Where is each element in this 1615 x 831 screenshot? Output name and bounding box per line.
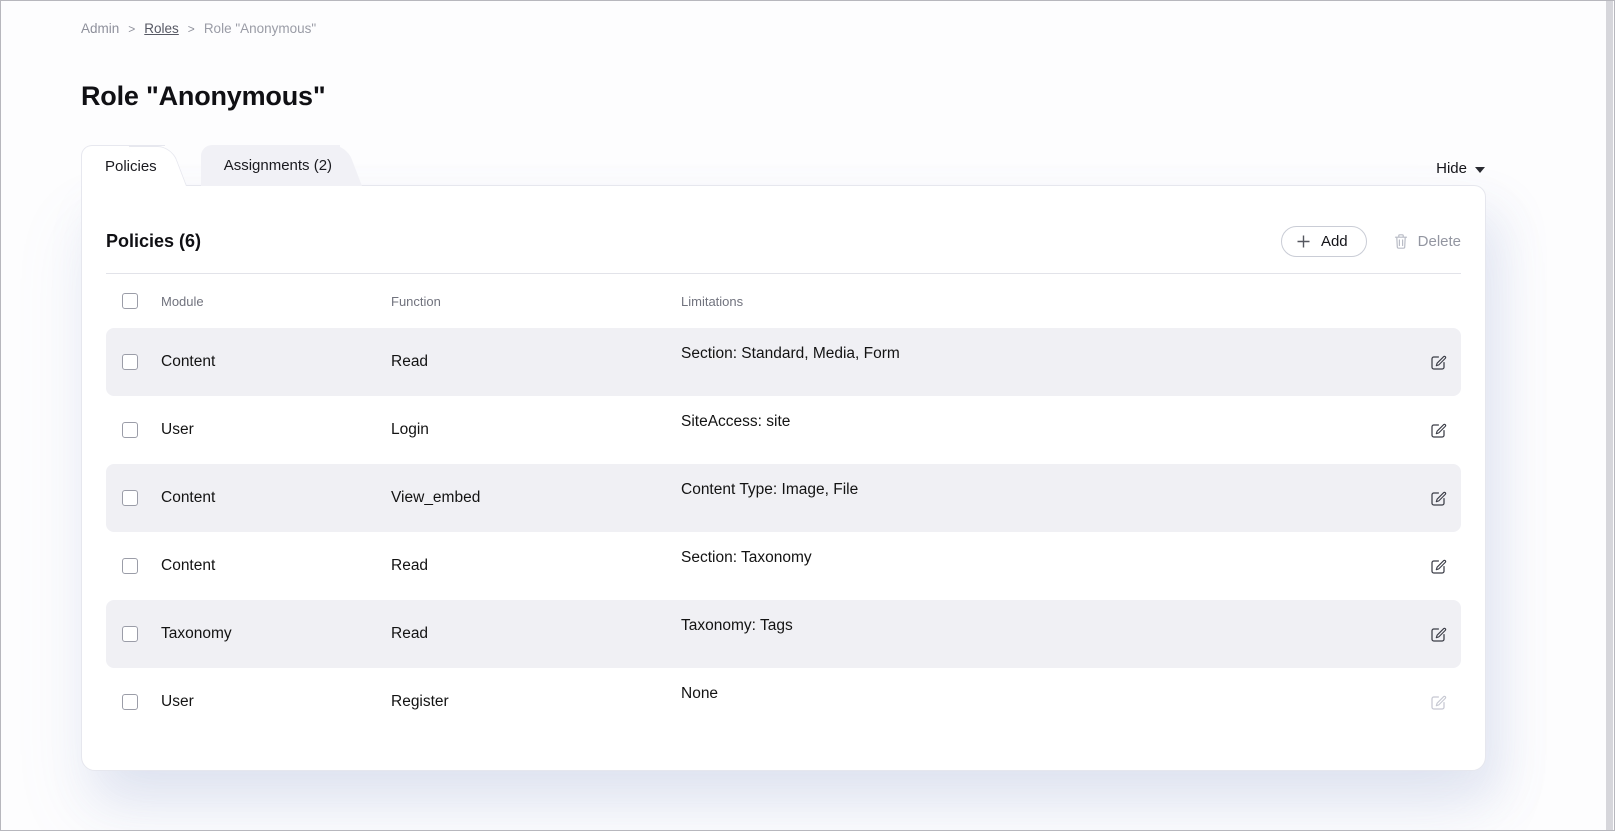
row-function: View_embed: [391, 489, 681, 507]
edit-icon: [1429, 625, 1447, 643]
row-checkbox[interactable]: [122, 626, 138, 642]
row-function: Read: [391, 625, 681, 643]
page-title: Role "Anonymous": [81, 81, 325, 112]
breadcrumb-item-admin: Admin: [81, 21, 119, 36]
tab-bar: Policies Assignments (2): [81, 145, 340, 186]
row-module: Content: [161, 353, 391, 371]
edit-policy-button[interactable]: [1429, 625, 1447, 643]
edit-policy-button[interactable]: [1429, 489, 1447, 507]
caret-down-icon: [1475, 167, 1485, 173]
tab-assignments-label: Assignments (2): [224, 157, 332, 174]
edit-icon: [1429, 421, 1447, 439]
edit-icon: [1429, 693, 1447, 711]
trash-icon: [1393, 233, 1409, 250]
table-row: Content View_embed Content Type: Image, …: [106, 464, 1461, 532]
table-row: Content Read Section: Standard, Media, F…: [106, 328, 1461, 396]
delete-button-label: Delete: [1418, 233, 1461, 250]
plus-icon: [1296, 234, 1311, 249]
policies-table-body: Content Read Section: Standard, Media, F…: [106, 328, 1461, 736]
row-checkbox[interactable]: [122, 354, 138, 370]
tab-policies[interactable]: Policies: [81, 145, 165, 186]
edit-policy-button[interactable]: [1429, 557, 1447, 575]
scrollbar[interactable]: [1606, 1, 1613, 830]
row-module: User: [161, 693, 391, 711]
delete-button[interactable]: Delete: [1393, 233, 1461, 250]
panel-heading: Policies (6): [106, 231, 201, 252]
edit-icon: [1429, 353, 1447, 371]
column-header-limitations: Limitations: [681, 294, 1415, 309]
row-module: Content: [161, 489, 391, 507]
edit-policy-button[interactable]: [1429, 353, 1447, 371]
row-checkbox[interactable]: [122, 422, 138, 438]
column-header-function: Function: [391, 294, 681, 309]
row-limitations: Section: Taxonomy: [681, 549, 1415, 567]
table-row: User Login SiteAccess: site: [106, 396, 1461, 464]
table-row: User Register None: [106, 668, 1461, 736]
row-function: Register: [391, 693, 681, 711]
table-header-row: Module Function Limitations: [106, 273, 1461, 328]
row-limitations: Section: Standard, Media, Form: [681, 345, 1415, 363]
table-row: Content Read Section: Taxonomy: [106, 532, 1461, 600]
breadcrumb-item-roles[interactable]: Roles: [144, 21, 179, 36]
edit-icon: [1429, 557, 1447, 575]
tab-policies-label: Policies: [105, 158, 157, 175]
row-limitations: Content Type: Image, File: [681, 481, 1415, 499]
row-limitations: None: [681, 685, 1415, 703]
hide-toggle[interactable]: Hide: [1436, 160, 1485, 177]
breadcrumb-separator: >: [128, 22, 135, 36]
add-button-label: Add: [1321, 233, 1348, 250]
policies-panel: Policies (6) Add Delete Module Function: [81, 185, 1486, 771]
row-checkbox[interactable]: [122, 694, 138, 710]
tab-assignments[interactable]: Assignments (2): [201, 145, 340, 186]
row-function: Read: [391, 557, 681, 575]
row-checkbox[interactable]: [122, 490, 138, 506]
breadcrumb-separator: >: [188, 22, 195, 36]
panel-actions: Add Delete: [1281, 226, 1461, 257]
row-limitations: SiteAccess: site: [681, 413, 1415, 431]
hide-toggle-label: Hide: [1436, 160, 1467, 177]
edit-policy-button[interactable]: [1429, 693, 1447, 711]
row-function: Login: [391, 421, 681, 439]
column-header-module: Module: [161, 294, 391, 309]
row-checkbox[interactable]: [122, 558, 138, 574]
add-button[interactable]: Add: [1281, 226, 1367, 257]
row-module: User: [161, 421, 391, 439]
panel-header: Policies (6) Add Delete: [82, 186, 1485, 273]
row-limitations: Taxonomy: Tags: [681, 617, 1415, 635]
breadcrumb: Admin > Roles > Role "Anonymous": [81, 21, 316, 36]
table-row: Taxonomy Read Taxonomy: Tags: [106, 600, 1461, 668]
breadcrumb-item-current: Role "Anonymous": [204, 21, 316, 36]
row-module: Content: [161, 557, 391, 575]
edit-policy-button[interactable]: [1429, 421, 1447, 439]
row-function: Read: [391, 353, 681, 371]
row-module: Taxonomy: [161, 625, 391, 643]
policies-table: Module Function Limitations Content Read…: [82, 273, 1485, 736]
edit-icon: [1429, 489, 1447, 507]
select-all-checkbox[interactable]: [122, 293, 138, 309]
